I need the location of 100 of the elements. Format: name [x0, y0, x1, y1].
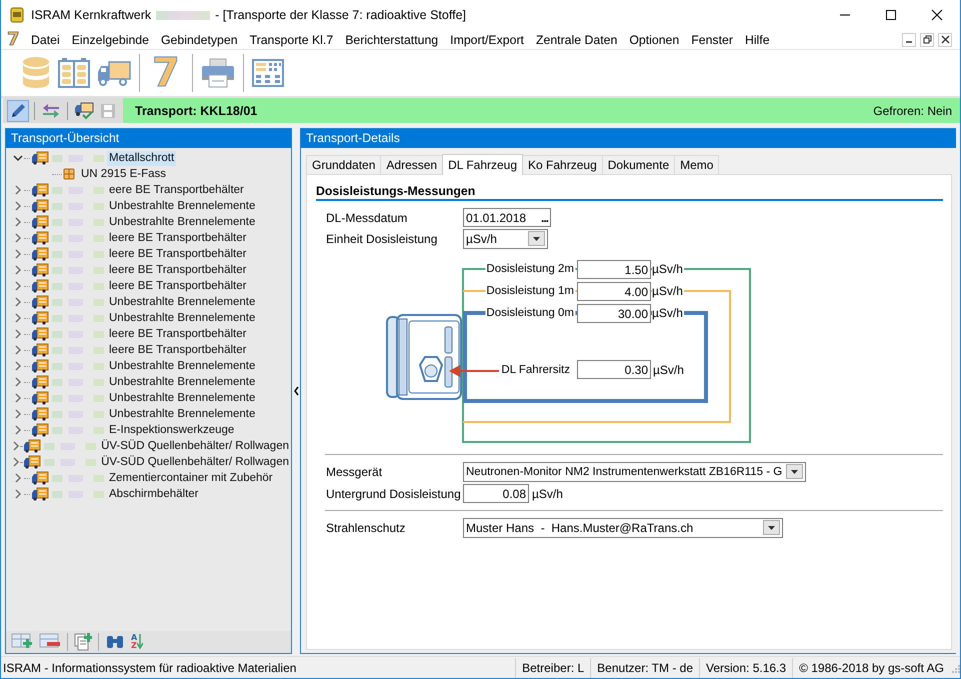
tree-item[interactable]: UN 2915 E-Fass: [79, 166, 168, 182]
date-picker-button[interactable]: ...: [540, 210, 548, 224]
truck-icon: [23, 455, 42, 469]
barrel-rack-icon[interactable]: [57, 57, 91, 89]
menu-item[interactable]: Datei: [25, 32, 66, 46]
blurred-text: [52, 474, 104, 482]
truck-check-button[interactable]: [73, 100, 95, 122]
blurred-text: [44, 458, 96, 466]
close-icon[interactable]: [931, 9, 943, 21]
tree-item[interactable]: leere BE Transportbehälter: [107, 342, 248, 358]
tree-item[interactable]: Unbestrahlte Brennelemente: [107, 214, 258, 230]
tree-item[interactable]: E-Inspektionswerkzeuge: [107, 422, 236, 438]
edit-button[interactable]: [7, 100, 29, 122]
tree-item[interactable]: Unbestrahlte Brennelemente: [107, 390, 258, 406]
menu-item[interactable]: Import/Export: [444, 32, 530, 46]
tree-item[interactable]: leere BE Transportbehälter: [107, 262, 248, 278]
truck-icon: [31, 375, 49, 389]
tree-item[interactable]: leere BE Transportbehälter: [107, 230, 248, 246]
tree-item[interactable]: Unbestrahlte Brennelemente: [107, 310, 258, 326]
truck-icon: [31, 391, 49, 405]
tree-item[interactable]: Abschirmbehälter: [107, 486, 200, 502]
save-icon: [99, 102, 117, 120]
blurred-text: [52, 362, 104, 370]
maximize-icon[interactable]: [885, 9, 897, 21]
pencil-icon: [9, 102, 27, 120]
truck-icon: [31, 279, 49, 293]
menu-item[interactable]: Optionen: [623, 32, 686, 46]
truck-icon: [31, 199, 49, 213]
dose-rate-field[interactable]: 30.00: [577, 304, 651, 323]
field-label: Dosisleistung 2m: [485, 262, 575, 276]
status-text: ISRAM - Informationssystem für radioaktive Materialien: [2, 660, 298, 674]
unit-label: µSv/h: [532, 486, 563, 500]
dose-rate-field[interactable]: 0.08: [463, 484, 529, 503]
menu-item[interactable]: Berichterstattung: [339, 32, 444, 46]
menu-item[interactable]: Fenster: [685, 32, 739, 46]
tree-item[interactable]: leere BE Transportbehälter: [107, 326, 248, 342]
dose-rate-field[interactable]: 0.30: [577, 360, 651, 379]
tab[interactable]: DL Fahrzeug: [442, 154, 524, 175]
field-label: Einheit Dosisleistung: [326, 232, 438, 246]
dose-rate-field[interactable]: 4.00: [577, 282, 651, 301]
tree-item[interactable]: Unbestrahlte Brennelemente: [107, 406, 258, 422]
tree-item[interactable]: eere BE Transportbehälter: [107, 182, 246, 198]
unit-dropdown[interactable]: µSv/h: [463, 228, 548, 248]
tab[interactable]: Grunddaten: [306, 155, 382, 174]
instrument-dropdown[interactable]: Neutronen-Monitor NM2 Instrumentenwerkstatt ZB16R115 - G: [463, 462, 806, 482]
truck-icon: [31, 327, 49, 341]
radiation-officer-dropdown[interactable]: Muster Hans - Hans.Muster@RaTrans.ch: [463, 518, 783, 538]
tree-item[interactable]: ÜV-SÜD Quellenbehälter/ Rollwagen: [99, 438, 291, 454]
status-text: Benutzer: TM - de: [590, 658, 699, 678]
tree-item[interactable]: Unbestrahlte Brennelemente: [107, 198, 258, 214]
menu-item[interactable]: Hilfe: [738, 32, 776, 46]
blurred-text: [156, 10, 210, 20]
report-grid-icon[interactable]: [252, 59, 284, 87]
menu-item[interactable]: Zentrale Daten: [530, 32, 624, 46]
truck-icon: [31, 151, 49, 165]
binoculars-icon[interactable]: [105, 633, 125, 651]
blurred-text: [52, 378, 104, 386]
frozen-status: Gefroren: Nein: [873, 104, 952, 118]
collapse-arrow-icon[interactable]: [12, 154, 24, 162]
dose-rate-field[interactable]: 1.50: [577, 260, 651, 279]
tree-item[interactable]: Unbestrahlte Brennelemente: [107, 374, 258, 390]
tab[interactable]: Memo: [674, 155, 720, 174]
blurred-text: [52, 250, 104, 258]
tree-item[interactable]: leere BE Transportbehälter: [107, 246, 248, 262]
truck-icon: [31, 247, 49, 261]
restore-icon[interactable]: [922, 35, 932, 44]
blurred-text: [52, 346, 104, 354]
status-text: Betreiber: L: [515, 658, 590, 678]
copy-add-icon[interactable]: [74, 632, 92, 652]
window-title: - [Transporte der Klasse 7: radioaktive Stoffe]: [215, 8, 466, 22]
blurred-text: [52, 330, 104, 338]
blurred-text: [52, 314, 104, 322]
field-label: DL-Messdatum: [326, 210, 408, 224]
sort-button[interactable]: A Z: [131, 634, 144, 650]
blurred-text: [52, 410, 104, 418]
tree-item[interactable]: Metallschrott: [107, 150, 176, 166]
tree-item[interactable]: Zementiercontainer mit Zubehör: [107, 470, 275, 486]
date-field[interactable]: 01.01.2018 ...: [463, 208, 551, 227]
truck-icon[interactable]: [97, 60, 131, 86]
blurred-text: [52, 298, 104, 306]
section-title: Dosisleistungs-Messungen: [316, 184, 943, 201]
class-7-logo: 7: [7, 30, 21, 50]
tree-item[interactable]: Unbestrahlte Brennelemente: [107, 358, 258, 374]
truck-icon: [31, 407, 49, 421]
expand-arrow-icon[interactable]: [12, 441, 20, 451]
blurred-text: [52, 266, 104, 274]
printer-icon[interactable]: [200, 58, 235, 88]
collapse-icon[interactable]: [292, 385, 300, 397]
field-label: Untergrund Dosisleistung: [326, 486, 462, 500]
close-icon[interactable]: [940, 35, 950, 44]
menu-item[interactable]: Einzelgebinde: [66, 32, 155, 46]
menu-item[interactable]: Transporte Kl.7: [244, 32, 340, 46]
tab[interactable]: Ko Fahrzeug: [522, 155, 603, 174]
tree-item[interactable]: ÜV-SÜD Quellenbehälter/ Rollwagen: [99, 454, 291, 470]
tree-item[interactable]: Unbestrahlte Brennelemente: [107, 294, 258, 310]
tree-item[interactable]: leere BE Transportbehälter: [107, 278, 248, 294]
menu-item[interactable]: Gebindetypen: [154, 32, 244, 46]
crate-icon: [63, 168, 75, 180]
expand-arrow-icon[interactable]: [12, 457, 20, 467]
blurred-text: [52, 426, 104, 434]
